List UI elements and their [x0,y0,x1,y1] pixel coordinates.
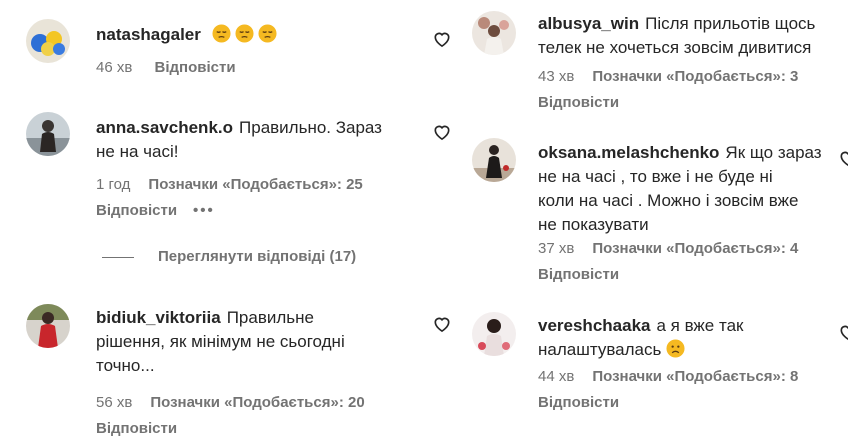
comment-text: Правильне [226,308,314,327]
heart-icon[interactable] [432,122,452,142]
frowning-face-icon [666,339,685,358]
view-replies-label: Переглянути відповіді (17) [158,248,357,265]
comment-username[interactable]: vereshchaaka [538,316,650,335]
comment-body: natashagaler 😔😔😔 [96,23,426,47]
comment-meta: 43 хв Позначки «Подобається»: 3 Відповіст… [538,64,848,116]
avatar[interactable] [26,19,70,63]
divider-line [102,256,134,258]
comment-text: а я вже так [656,316,744,335]
comment-meta: 46 хв Відповісти [96,55,456,81]
heart-icon[interactable] [432,314,452,334]
comment-text: не на часі! [96,142,179,161]
pensive-face-icon [235,24,254,43]
comment-time: 46 хв [96,59,133,76]
likes-count[interactable]: Позначки «Подобається»: 3 [592,68,798,85]
comment-body: bidiuk_viktoriia Правильне рішення, як мі… [96,306,436,378]
comment-meta: 37 хв Позначки «Подобається»: 4 Відповіст… [538,236,848,288]
avatar[interactable] [26,304,70,348]
comment-text: Як що зараз [725,143,822,162]
avatar[interactable] [472,138,516,182]
comment-username[interactable]: anna.savchenk.o [96,118,233,137]
view-replies-button[interactable]: Переглянути відповіді (17) [102,248,356,265]
reply-button[interactable]: Відповісти [96,420,177,437]
comment-text: рішення, як мінімум не сьогодні [96,332,345,351]
comment-body: anna.savchenk.o Правильно. Зараз не на ча… [96,116,436,164]
comment-text: Правильно. Зараз [239,118,382,137]
comment-text [212,24,281,44]
comment-meta: 44 хв Позначки «Подобається»: 8 Відповіст… [538,364,848,416]
likes-count[interactable]: Позначки «Подобається»: 20 [150,394,364,411]
comment-text: не показувати [538,215,649,234]
comment-text: налаштувалась [538,340,662,359]
heart-icon[interactable] [838,322,848,342]
reply-button[interactable]: Відповісти [538,266,619,283]
pensive-face-icon [258,24,277,43]
comment-text: Після прильотів щось [645,14,816,33]
comment-time: 37 хв [538,240,575,257]
likes-count[interactable]: Позначки «Подобається»: 25 [148,176,362,193]
heart-icon[interactable] [838,148,848,168]
avatar[interactable] [472,312,516,356]
comment-text: коли на часі . Можно і зовсім вже [538,191,799,210]
reply-button[interactable]: Відповісти [155,59,236,76]
reply-button[interactable]: Відповісти [538,394,619,411]
comment-body: albusya_win Після прильотів щось телек не… [538,12,848,60]
avatar[interactable] [26,112,70,156]
likes-count[interactable]: Позначки «Подобається»: 8 [592,368,798,385]
likes-count[interactable]: Позначки «Подобається»: 4 [592,240,798,257]
comment-time: 56 хв [96,394,133,411]
pensive-face-icon [212,24,231,43]
heart-icon[interactable] [432,29,452,49]
comment-username[interactable]: bidiuk_viktoriia [96,308,221,327]
comment-body: vereshchaakaа я вже так налаштувалась ☹️ [538,314,848,362]
more-options-icon[interactable]: ••• [193,202,215,219]
comment-username[interactable]: oksana.melashchenko [538,143,719,162]
comment-body: oksana.melashchenko Як що зараз не на час… [538,141,848,237]
comment-time: 44 хв [538,368,575,385]
reply-button[interactable]: Відповісти [96,202,177,219]
comment-meta: 1 год Позначки «Подобається»: 25 Відповіс… [96,172,456,224]
reply-button[interactable]: Відповісти [538,94,619,111]
comment-text: телек не хочеться зовсім дивитися [538,38,812,57]
comment-time: 1 год [96,176,131,193]
comment-username[interactable]: albusya_win [538,14,639,33]
comment-text: не на часі , то вже і не буде ні [538,167,773,186]
comment-username[interactable]: natashagaler [96,25,201,44]
comment-time: 43 хв [538,68,575,85]
avatar[interactable] [472,11,516,55]
comment-meta: 56 хв Позначки «Подобається»: 20 Відповіс… [96,390,456,442]
comment-text: точно... [96,356,155,375]
